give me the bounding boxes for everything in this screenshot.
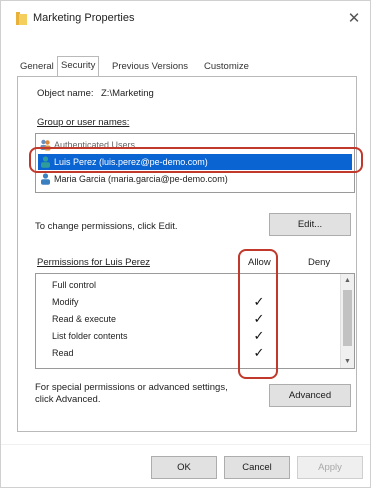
ok-button[interactable]: OK <box>151 456 217 479</box>
user-icon <box>41 173 50 185</box>
object-name-label: Object name: <box>37 88 94 99</box>
footer-divider <box>1 444 370 445</box>
special-permissions-hint-line1: For special permissions or advanced sett… <box>35 382 228 393</box>
table-row: Modify ✓ <box>36 294 340 310</box>
cancel-button[interactable]: Cancel <box>224 456 290 479</box>
advanced-button[interactable]: Advanced <box>269 384 351 407</box>
allow-check-icon: ✓ <box>253 345 265 360</box>
scroll-up-icon[interactable]: ▲ <box>341 274 354 287</box>
list-item-luis-perez[interactable]: Luis Perez (luis.perez@pe-demo.com) <box>38 154 352 170</box>
object-name-value: Z:\Marketing <box>101 88 154 99</box>
allow-check-icon: ✓ <box>253 294 265 309</box>
allow-column-header: Allow <box>248 257 271 268</box>
security-tab-panel <box>17 76 357 432</box>
tab-security[interactable]: Security <box>57 56 100 76</box>
deny-column-header: Deny <box>308 257 331 268</box>
permission-name: Read <box>52 348 74 358</box>
edit-button[interactable]: Edit... <box>269 213 351 236</box>
properties-dialog: Marketing Properties ✕ General Security … <box>0 0 371 488</box>
group-user-list[interactable]: Authenticated Users Luis Perez (luis.per… <box>35 133 355 193</box>
permission-name: Full control <box>52 280 97 290</box>
list-item-authenticated-users[interactable]: Authenticated Users <box>38 137 352 153</box>
change-permissions-hint: To change permissions, click Edit. <box>35 221 178 232</box>
permissions-label: Permissions for Luis Perez <box>37 257 150 268</box>
group-item-label: Maria Garcia (maria.garcia@pe-demo.com) <box>54 174 228 184</box>
tab-strip: General Security Previous Versions Custo… <box>17 56 275 76</box>
permission-name: Modify <box>52 297 79 307</box>
tab-previous-versions[interactable]: Previous Versions <box>109 58 191 76</box>
tab-general[interactable]: General <box>17 58 57 76</box>
permissions-list[interactable]: Full control Modify ✓ Read & execute ✓ L… <box>35 273 355 369</box>
permission-name: List folder contents <box>52 331 128 341</box>
apply-button[interactable]: Apply <box>297 456 363 479</box>
table-row: List folder contents ✓ <box>36 328 340 344</box>
close-icon[interactable]: ✕ <box>344 9 364 29</box>
allow-check-icon: ✓ <box>253 311 265 326</box>
window-title: Marketing Properties <box>33 12 135 24</box>
allow-check-icon: ✓ <box>253 328 265 343</box>
table-row: Read & execute ✓ <box>36 311 340 327</box>
list-item-maria-garcia[interactable]: Maria Garcia (maria.garcia@pe-demo.com) <box>38 171 352 187</box>
folder-icon <box>16 12 27 25</box>
table-row: Full control <box>36 277 340 293</box>
table-row: Read ✓ <box>36 345 340 361</box>
users-group-icon <box>40 139 51 151</box>
permission-name: Read & execute <box>52 314 117 324</box>
scroll-thumb[interactable] <box>343 290 352 346</box>
group-item-label: Authenticated Users <box>54 140 136 150</box>
title-bar[interactable]: Marketing Properties ✕ <box>1 1 370 37</box>
group-names-label: Group or user names: <box>37 117 130 128</box>
tab-customize[interactable]: Customize <box>201 58 252 76</box>
special-permissions-hint-line2: click Advanced. <box>35 394 101 405</box>
scroll-down-icon[interactable]: ▼ <box>341 355 354 368</box>
permissions-scrollbar[interactable]: ▲ ▼ <box>340 274 354 368</box>
group-item-label: Luis Perez (luis.perez@pe-demo.com) <box>54 157 208 167</box>
user-icon <box>41 156 50 168</box>
